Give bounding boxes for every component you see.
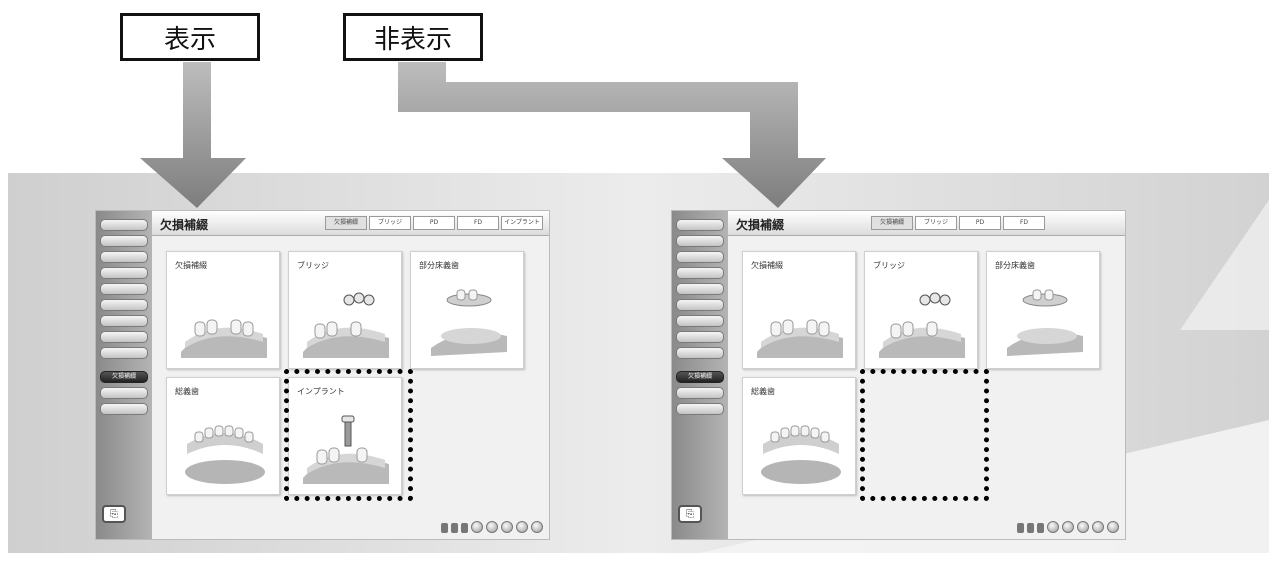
card-title: 部分床義歯 <box>419 261 459 270</box>
partial-denture-illustration <box>1007 289 1083 356</box>
circle-button-icon[interactable] <box>531 521 543 533</box>
logo-button[interactable]: ⎘ <box>102 505 126 523</box>
hide-label-box: 非表示 <box>343 13 483 61</box>
tab-bridge[interactable]: ブリッジ <box>369 216 411 230</box>
hide-label: 非表示 <box>373 24 452 55</box>
card-full-denture[interactable]: 総義歯 <box>742 377 856 495</box>
logo-button[interactable]: ⎘ <box>678 505 702 523</box>
sidebar-item[interactable] <box>100 283 148 295</box>
full-denture-illustration <box>185 425 265 484</box>
header: 欠損補綴 欠損補綴 ブリッジ PD FD インプラント <box>152 211 549 236</box>
sidebar-item[interactable] <box>676 235 724 247</box>
show-label: 表示 <box>163 24 216 55</box>
card-title: ブリッジ <box>873 261 905 270</box>
sidebar-item[interactable] <box>100 251 148 263</box>
sidebar-item[interactable] <box>100 219 148 231</box>
card-full-denture[interactable]: 総義歯 <box>166 377 280 495</box>
bottom-toolbar <box>441 521 543 533</box>
tooth-icon[interactable] <box>461 523 468 533</box>
card-title: 総義歯 <box>751 387 775 396</box>
tab-bar: 欠損補綴 ブリッジ PD FD インプラント <box>325 216 543 230</box>
card-partial-denture[interactable]: 部分床義歯 <box>986 251 1100 369</box>
tab-defect[interactable]: 欠損補綴 <box>325 216 367 230</box>
tab-implant[interactable]: インプラント <box>501 216 543 230</box>
sidebar-item[interactable] <box>676 251 724 263</box>
sidebar-item[interactable] <box>676 315 724 327</box>
sidebar-item[interactable] <box>676 331 724 343</box>
circle-button-icon[interactable] <box>1092 521 1104 533</box>
circle-button-icon[interactable] <box>1107 521 1119 533</box>
card-partial-denture[interactable]: 部分床義歯 <box>410 251 524 369</box>
home-icon[interactable] <box>441 523 448 533</box>
sidebar-item[interactable] <box>100 347 148 359</box>
bridge-illustration <box>879 292 965 358</box>
screen-show: 欠損補綴 ⎘ 欠損補綴 欠損補綴 ブリッジ PD FD インプラント 欠損補綴 … <box>95 210 550 540</box>
tab-defect[interactable]: 欠損補綴 <box>871 216 913 230</box>
screen-hide: 欠損補綴 ⎘ 欠損補綴 欠損補綴 ブリッジ PD FD 欠損補綴 ブリッジ 部分… <box>671 210 1126 540</box>
tab-pd[interactable]: PD <box>413 216 455 230</box>
circle-button-icon[interactable] <box>1077 521 1089 533</box>
card-bridge[interactable]: ブリッジ <box>288 251 402 369</box>
sidebar-item-active[interactable]: 欠損補綴 <box>100 371 148 383</box>
sidebar: 欠損補綴 ⎘ <box>96 211 152 539</box>
dotted-empty-slot <box>860 369 989 501</box>
home-icon[interactable] <box>1017 523 1024 533</box>
circle-button-icon[interactable] <box>1062 521 1074 533</box>
tab-bridge[interactable]: ブリッジ <box>915 216 957 230</box>
page-title: 欠損補綴 <box>736 218 785 232</box>
card-defect[interactable]: 欠損補綴 <box>166 251 280 369</box>
tab-pd[interactable]: PD <box>959 216 1001 230</box>
full-denture-illustration <box>761 425 841 484</box>
sidebar: 欠損補綴 ⎘ <box>672 211 728 539</box>
tooth-icon[interactable] <box>451 523 458 533</box>
circle-button-icon[interactable] <box>516 521 528 533</box>
circle-button-icon[interactable] <box>486 521 498 533</box>
sidebar-item[interactable] <box>676 347 724 359</box>
teeth-illustration <box>757 319 843 358</box>
sidebar-item[interactable] <box>676 283 724 295</box>
sidebar-item[interactable] <box>676 299 724 311</box>
show-label-box: 表示 <box>120 13 260 61</box>
card-title: 欠損補綴 <box>175 261 207 270</box>
card-bridge[interactable]: ブリッジ <box>864 251 978 369</box>
card-title: ブリッジ <box>297 261 329 270</box>
partial-denture-illustration <box>431 289 507 356</box>
sidebar-item[interactable] <box>100 299 148 311</box>
tooth-icon[interactable] <box>1037 523 1044 533</box>
tab-bar: 欠損補綴 ブリッジ PD FD <box>871 216 1045 230</box>
sidebar-item[interactable] <box>676 219 724 231</box>
sidebar-item[interactable] <box>100 387 148 399</box>
circle-button-icon[interactable] <box>471 521 483 533</box>
tooth-icon[interactable] <box>1027 523 1034 533</box>
header: 欠損補綴 欠損補綴 ブリッジ PD FD <box>728 211 1125 236</box>
teeth-illustration <box>181 319 267 358</box>
sidebar-item[interactable] <box>676 403 724 415</box>
sidebar-item[interactable] <box>676 387 724 399</box>
card-title: 欠損補綴 <box>751 261 783 270</box>
card-defect[interactable]: 欠損補綴 <box>742 251 856 369</box>
sidebar-item[interactable] <box>100 235 148 247</box>
circle-button-icon[interactable] <box>1047 521 1059 533</box>
card-title: 部分床義歯 <box>995 261 1035 270</box>
bridge-illustration <box>303 292 389 358</box>
page-title: 欠損補綴 <box>160 218 209 232</box>
sidebar-item[interactable] <box>100 315 148 327</box>
tab-fd[interactable]: FD <box>1003 216 1045 230</box>
sidebar-item[interactable] <box>676 267 724 279</box>
tab-fd[interactable]: FD <box>457 216 499 230</box>
bottom-toolbar <box>1017 521 1119 533</box>
sidebar-item-active[interactable]: 欠損補綴 <box>676 371 724 383</box>
circle-button-icon[interactable] <box>501 521 513 533</box>
card-title: 総義歯 <box>175 387 199 396</box>
sidebar-item[interactable] <box>100 267 148 279</box>
sidebar-item[interactable] <box>100 331 148 343</box>
dotted-highlight <box>284 369 413 501</box>
sidebar-item[interactable] <box>100 403 148 415</box>
